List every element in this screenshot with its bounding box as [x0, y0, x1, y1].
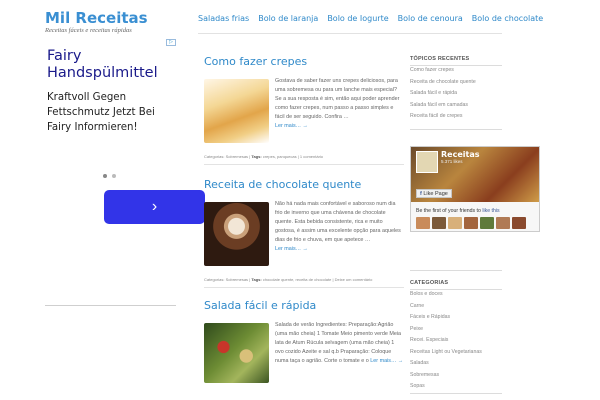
- post-title[interactable]: Salada fácil e rápida: [204, 299, 404, 312]
- ad-slide-dots: [103, 174, 116, 178]
- read-more-link[interactable]: Ler mais… →: [370, 358, 403, 364]
- meta-category-link[interactable]: Sobremesas: [226, 154, 248, 159]
- nav-divider: [198, 33, 502, 34]
- post-divider: [204, 287, 404, 288]
- site-title[interactable]: Mil Receitas: [45, 9, 148, 27]
- categories-list: Bolos e doces Carne Fáceis e Rápidas Pei…: [410, 289, 482, 393]
- meta-tags-link[interactable]: chocolate quente, receita de chocolate: [263, 277, 332, 282]
- facebook-page-widget[interactable]: Receitas 5.371 likes f Like Page Be the …: [410, 146, 540, 232]
- friend-avatar[interactable]: [480, 217, 494, 229]
- post-title[interactable]: Como fazer crepes: [204, 55, 404, 68]
- meta-tags-link[interactable]: crepes, panquecas: [263, 154, 297, 159]
- sidebar-divider: [410, 393, 502, 394]
- post-excerpt: Gostava de saber fazer uns crepes delici…: [275, 78, 400, 129]
- nav-item-bolo-de-laranja[interactable]: Bolo de laranja: [258, 14, 318, 23]
- post-meta: Categorias: Sobremesas | Tags: chocolate…: [204, 277, 373, 282]
- post-chocolate-quente: Receita de chocolate quente Não há nada …: [204, 178, 404, 288]
- sidebar-divider: [410, 129, 502, 130]
- meta-comments-link[interactable]: Deixe um comentário: [335, 277, 373, 282]
- friend-avatar[interactable]: [496, 217, 510, 229]
- post-thumbnail[interactable]: [204, 79, 269, 143]
- ad-body-text[interactable]: Kraftvoll Gegen Fettschmutz Jetzt Bei Fa…: [47, 90, 176, 135]
- recent-topic-item[interactable]: Salada fácil e rápida: [410, 88, 476, 100]
- recent-topic-item[interactable]: Salada fácil em camadas: [410, 100, 476, 112]
- friend-avatar[interactable]: [416, 217, 430, 229]
- facebook-friends-text: Be the first of your friends to like thi…: [416, 208, 500, 214]
- nav-item-bolo-de-chocolate[interactable]: Bolo de chocolate: [472, 14, 543, 23]
- facebook-friend-faces: [416, 217, 526, 229]
- ad-next-button[interactable]: ›: [104, 190, 205, 224]
- chevron-right-icon: ›: [151, 198, 158, 215]
- post-title[interactable]: Receita de chocolate quente: [204, 178, 404, 191]
- post-thumbnail[interactable]: [204, 323, 269, 383]
- facebook-like-count: 5.371 likes: [441, 159, 463, 164]
- recent-topic-item[interactable]: Como fazer crepes: [410, 65, 476, 77]
- nav-item-saladas-frias[interactable]: Saladas frias: [198, 14, 249, 23]
- sidebar-divider: [410, 270, 502, 271]
- category-item[interactable]: Receitas Light ou Vegetarianas: [410, 347, 482, 359]
- category-item[interactable]: Fáceis e Rápidas: [410, 312, 482, 324]
- category-item[interactable]: Peixe: [410, 324, 482, 336]
- ad-dot-1[interactable]: [103, 174, 107, 178]
- top-navigation: Saladas frias Bolo de laranja Bolo de Io…: [198, 14, 552, 23]
- category-item[interactable]: Sobremesas: [410, 370, 482, 382]
- post-meta: Categorias: Sobremesas | Tags: crepes, p…: [204, 154, 324, 159]
- facebook-page-name[interactable]: Receitas: [441, 150, 479, 159]
- ad-choices-icon[interactable]: ▷: [166, 39, 176, 46]
- recent-topics-heading: TÓPICOS RECENTES: [410, 56, 470, 62]
- category-item[interactable]: Sopas: [410, 381, 482, 393]
- friend-avatar[interactable]: [432, 217, 446, 229]
- read-more-link[interactable]: Ler mais… →: [275, 123, 308, 129]
- friend-avatar[interactable]: [512, 217, 526, 229]
- facebook-like-this-link[interactable]: like this: [482, 208, 499, 214]
- left-column-divider: [45, 305, 176, 306]
- facebook-icon: f: [420, 191, 422, 197]
- recent-topic-item[interactable]: Receita de chocolate quente: [410, 77, 476, 89]
- category-item[interactable]: Saladas: [410, 358, 482, 370]
- post-thumbnail[interactable]: [204, 202, 269, 266]
- post-como-fazer-crepes: Como fazer crepes Gostava de saber fazer…: [204, 55, 404, 165]
- facebook-page-avatar[interactable]: [416, 151, 438, 173]
- ad-dot-2[interactable]: [112, 174, 116, 178]
- post-excerpt: Não há nada mais confortável e saboroso …: [275, 201, 401, 252]
- recent-topic-item[interactable]: Receita fácil de crepes: [410, 111, 476, 123]
- recent-topics-list: Como fazer crepes Receita de chocolate q…: [410, 65, 476, 123]
- friend-avatar[interactable]: [448, 217, 462, 229]
- site-tagline: Receitas fáceis e receitas rápidas: [45, 27, 132, 34]
- categories-heading: CATEGORIAS: [410, 280, 449, 286]
- nav-item-bolo-de-cenoura[interactable]: Bolo de cenoura: [398, 14, 463, 23]
- nav-item-bolo-de-iogurte[interactable]: Bolo de Iogurte: [327, 14, 388, 23]
- read-more-link[interactable]: Ler mais… →: [275, 246, 308, 252]
- post-divider: [204, 164, 404, 165]
- post-salada-facil: Salada fácil e rápida Salada de verão In…: [204, 299, 404, 400]
- meta-category-link[interactable]: Sobremesas: [226, 277, 248, 282]
- friend-avatar[interactable]: [464, 217, 478, 229]
- category-item[interactable]: Carne: [410, 301, 482, 313]
- ad-headline[interactable]: Fairy Handspülmittel: [47, 48, 176, 82]
- facebook-like-button[interactable]: f Like Page: [416, 189, 452, 198]
- post-excerpt: Salada de verão Ingredientes: Preparação…: [275, 322, 404, 364]
- category-item[interactable]: Bolos e doces: [410, 289, 482, 301]
- meta-comments-link[interactable]: 1 comentário: [300, 154, 323, 159]
- advertisement[interactable]: ▷ Fairy Handspülmittel Kraftvoll Gegen F…: [45, 39, 205, 224]
- category-item[interactable]: Recei. Especiais: [410, 335, 482, 347]
